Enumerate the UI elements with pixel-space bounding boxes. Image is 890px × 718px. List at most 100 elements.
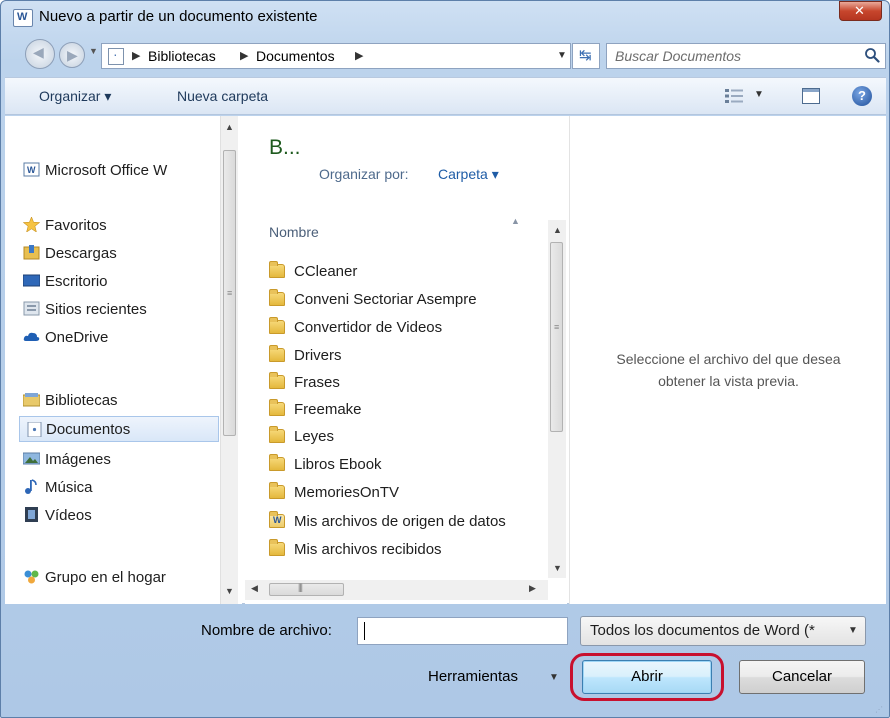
documents-library-icon <box>108 46 124 65</box>
new-folder-button[interactable]: Nueva carpeta <box>177 88 268 104</box>
preview-message: Seleccione el archivo del que desea obte… <box>570 348 887 392</box>
back-button[interactable]: ◀ <box>25 39 55 69</box>
nav-item-label: Sitios recientes <box>45 300 147 318</box>
breadcrumb-documentos[interactable]: Documentos <box>256 48 335 64</box>
scroll-right-icon[interactable]: ▶ <box>529 583 536 594</box>
sort-ascending-icon: ▲ <box>511 216 520 226</box>
scroll-thumb[interactable] <box>550 242 563 432</box>
arrange-by-dropdown[interactable]: Carpeta ▾ <box>438 166 499 183</box>
recent-locations-dropdown[interactable]: ▼ <box>89 46 98 56</box>
folder-icon <box>269 345 285 362</box>
search-box[interactable] <box>606 43 886 69</box>
list-item[interactable]: MemoriesOnTV <box>269 478 399 506</box>
file-type-value: Todos los documentos de Word (* <box>590 622 815 639</box>
nav-item-favoritos[interactable]: Favoritos <box>23 212 107 238</box>
file-list-scrollbar[interactable]: ▲ ≡ ▼ <box>548 220 566 578</box>
nav-item-descargas[interactable]: Descargas <box>23 240 117 266</box>
list-item[interactable]: Mis archivos recibidos <box>269 535 442 563</box>
word-icon: W <box>23 162 40 177</box>
nav-item-bibliotecas[interactable]: Bibliotecas <box>23 387 118 413</box>
scroll-up-icon[interactable]: ▲ <box>225 122 234 132</box>
content-area: W Microsoft Office W Favoritos Descargas… <box>5 116 886 604</box>
change-view-icon[interactable] <box>725 89 743 103</box>
list-item[interactable]: Leyes <box>269 422 334 450</box>
chevron-right-icon[interactable]: ▶ <box>355 49 363 62</box>
nav-item-imagenes[interactable]: Imágenes <box>23 446 111 472</box>
filename-field[interactable]: ▼ <box>357 617 568 645</box>
nav-item-label: Microsoft Office W <box>45 161 168 179</box>
list-item[interactable]: Mis archivos de origen de datos <box>269 507 506 535</box>
horizontal-scroll-thumb[interactable] <box>269 582 344 596</box>
file-name: MemoriesOnTV <box>294 483 400 501</box>
file-name: Freemake <box>294 400 362 418</box>
organize-button[interactable]: Organizar ▾ <box>39 88 111 105</box>
preview-message-line2: obtener la vista previa. <box>658 373 799 389</box>
pictures-icon <box>23 452 40 465</box>
nav-item-videos[interactable]: Vídeos <box>25 502 92 528</box>
address-history-dropdown[interactable]: ▼ <box>557 50 567 61</box>
scroll-down-icon[interactable]: ▼ <box>225 586 234 596</box>
address-bar[interactable]: ▶ Bibliotecas ▶ Documentos ▶ ▼ <box>101 43 571 69</box>
nav-item-microsoft-office[interactable]: W Microsoft Office W <box>23 157 168 183</box>
refresh-button[interactable] <box>572 43 600 69</box>
nav-item-label: OneDrive <box>45 328 109 346</box>
file-type-filter[interactable]: Todos los documentos de Word (* ▼ <box>580 616 866 646</box>
file-name: Conveni Sectoriar Asempre <box>294 290 477 308</box>
file-name: Libros Ebook <box>294 455 382 473</box>
star-icon <box>23 217 40 232</box>
nav-item-label: Descargas <box>45 244 117 262</box>
nav-item-label: Documentos <box>46 420 131 438</box>
nav-item-sitios-recientes[interactable]: Sitios recientes <box>23 296 147 322</box>
search-input[interactable] <box>615 47 850 65</box>
list-item[interactable]: CCleaner <box>269 257 357 285</box>
breadcrumb-bibliotecas[interactable]: Bibliotecas <box>148 48 216 64</box>
column-header-name[interactable]: Nombre <box>269 224 319 240</box>
folder-icon <box>269 539 285 556</box>
music-icon <box>25 479 37 494</box>
horizontal-scrollbar[interactable]: ◀ ▶ <box>245 580 548 600</box>
list-item[interactable]: Frases <box>269 368 340 396</box>
list-item[interactable]: Drivers <box>269 341 342 369</box>
navigation-scrollbar[interactable]: ▲ ≡ ▼ <box>220 116 238 604</box>
forward-button[interactable]: ▶ <box>59 42 85 68</box>
folder-icon <box>269 289 285 306</box>
scroll-down-icon[interactable]: ▼ <box>553 563 562 573</box>
tools-dropdown-icon[interactable]: ▼ <box>549 672 559 683</box>
word-document-icon <box>13 9 33 27</box>
folder-icon <box>269 482 285 499</box>
file-name: CCleaner <box>294 262 358 280</box>
folder-icon <box>269 454 285 471</box>
scroll-grip-icon: ≡ <box>554 322 560 332</box>
tools-button[interactable]: Herramientas <box>428 668 518 685</box>
preview-pane-icon[interactable] <box>802 88 820 104</box>
folder-icon <box>269 372 285 389</box>
chevron-right-icon[interactable]: ▶ <box>132 49 140 62</box>
command-toolbar: Organizar ▾ Nueva carpeta ▼ ? <box>5 77 886 115</box>
chevron-down-icon[interactable]: ▼ <box>848 625 858 636</box>
scroll-left-icon[interactable]: ◀ <box>251 583 258 594</box>
nav-item-musica[interactable]: Música <box>25 474 93 500</box>
open-button[interactable]: Abrir <box>582 660 712 694</box>
nav-item-onedrive[interactable]: OneDrive <box>23 324 109 350</box>
list-item[interactable]: Freemake <box>269 395 362 423</box>
help-icon[interactable]: ? <box>852 86 872 106</box>
filename-input[interactable] <box>364 621 544 641</box>
close-button[interactable] <box>839 1 882 21</box>
chevron-right-icon[interactable]: ▶ <box>240 49 248 62</box>
list-item[interactable]: Libros Ebook <box>269 450 382 478</box>
downloads-icon <box>23 245 40 260</box>
cancel-button[interactable]: Cancelar <box>739 660 865 694</box>
scroll-up-icon[interactable]: ▲ <box>553 225 562 235</box>
nav-item-grupo-hogar[interactable]: Grupo en el hogar <box>24 564 166 590</box>
preview-message-line1: Seleccione el archivo del que desea <box>616 351 841 367</box>
search-icon[interactable] <box>864 47 880 63</box>
list-item[interactable]: Convertidor de Videos <box>269 313 442 341</box>
nav-item-escritorio[interactable]: Escritorio <box>23 268 108 294</box>
desktop-icon <box>23 274 40 287</box>
navigation-pane: W Microsoft Office W Favoritos Descargas… <box>5 116 242 604</box>
list-item[interactable]: Conveni Sectoriar Asempre <box>269 285 477 313</box>
view-options-dropdown[interactable]: ▼ <box>754 89 764 100</box>
folder-icon <box>269 399 285 416</box>
nav-item-documentos[interactable]: Documentos <box>19 416 219 442</box>
resize-grip-icon[interactable]: ⋰ <box>875 705 883 714</box>
